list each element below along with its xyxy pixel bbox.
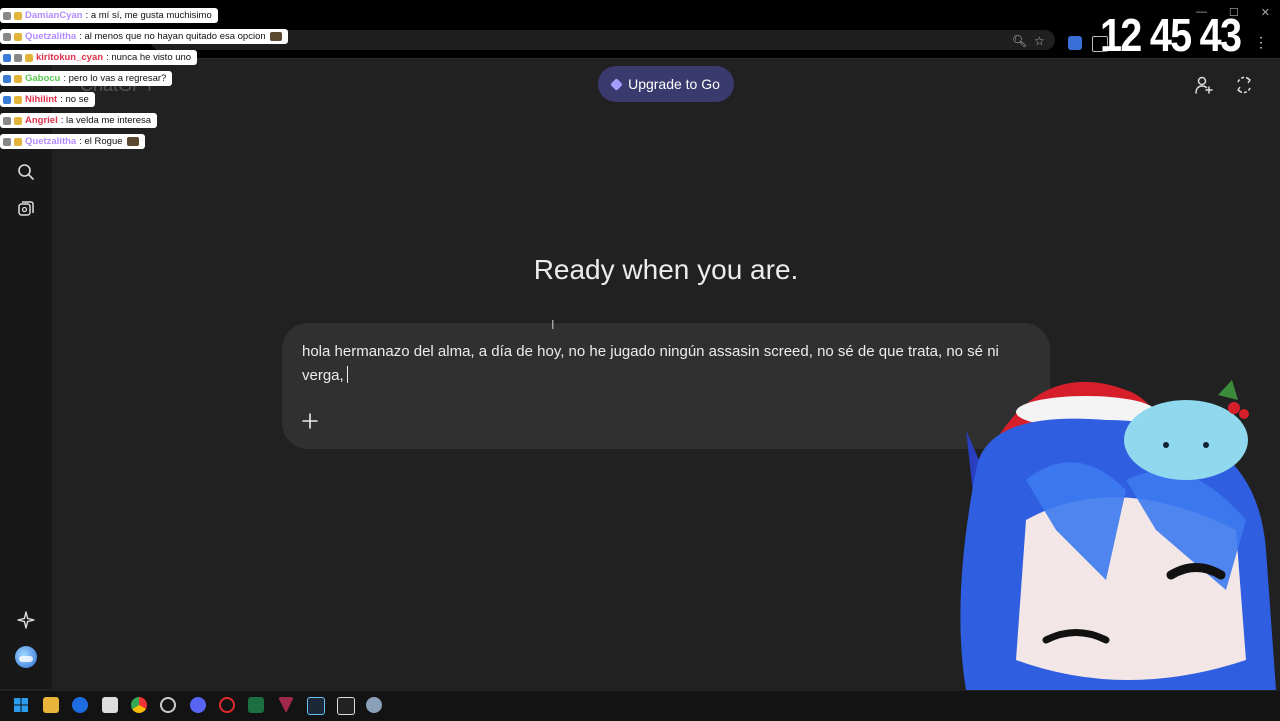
extension-icon[interactable] — [1068, 36, 1082, 50]
app-icon[interactable] — [160, 697, 176, 713]
epic-games-icon[interactable] — [337, 697, 355, 715]
clock-seconds: 43 — [1199, 9, 1242, 61]
holly-berry — [1239, 409, 1249, 419]
chat-message: Angriel : la velda me interesa — [0, 113, 158, 128]
chat-username: Quetzalitha — [25, 136, 77, 147]
file-explorer-icon[interactable] — [43, 697, 59, 713]
chest-emote-icon — [269, 32, 282, 41]
chat-message: DamianCyan : a mí sí, me gusta muchisimo — [0, 8, 218, 23]
sidebar — [0, 59, 53, 689]
moderator-badge-icon — [3, 137, 11, 146]
subscriber-badge-icon — [14, 74, 22, 83]
subscriber-badge-icon — [14, 11, 22, 20]
vtuber-avatar — [960, 380, 1276, 690]
vip-badge-icon — [3, 74, 11, 83]
clock-hours: 12 — [1100, 9, 1142, 61]
browser-menu-icon[interactable]: ⋮ — [1254, 34, 1268, 51]
windows-start-icon[interactable] — [13, 697, 29, 713]
clock-minutes: 45 — [1149, 9, 1192, 61]
search-icon[interactable] — [16, 162, 36, 182]
text-cursor-icon: Ⅰ — [551, 318, 555, 332]
chat-message: Gabocu : pero lo vas a regresar? — [0, 71, 173, 86]
chat-username: Angriel — [25, 115, 58, 126]
avatar[interactable] — [15, 646, 37, 668]
subscriber-badge-icon — [14, 32, 22, 41]
prompt-composer[interactable]: hola hermanazo del alma, a día de hoy, n… — [282, 323, 1050, 449]
chrome-icon[interactable] — [131, 697, 147, 713]
moderator-badge-icon — [3, 11, 11, 20]
chat-text: : al menos que no hayan quitado esa opci… — [79, 31, 266, 42]
add-person-icon[interactable] — [1194, 75, 1214, 95]
subscriber-badge-icon — [14, 116, 22, 125]
holly-berry — [1228, 402, 1240, 414]
chat-text: : pero lo vas a regresar? — [63, 73, 167, 84]
app-icon[interactable] — [72, 697, 88, 713]
prompt-input[interactable]: hola hermanazo del alma, a día de hoy, n… — [302, 340, 1032, 388]
chat-username: Gabocu — [25, 73, 61, 84]
diamond-icon — [610, 77, 623, 91]
vip-badge-icon — [3, 53, 11, 62]
add-attachment-icon[interactable] — [300, 411, 320, 431]
chat-username: DamianCyan — [25, 10, 83, 21]
moderator-badge-icon — [14, 53, 22, 62]
subscriber-badge-icon — [25, 53, 33, 62]
excel-icon[interactable] — [248, 697, 264, 713]
chat-message: Nihilint : no se — [0, 92, 95, 107]
zoom-icon[interactable]: 🔍︎ — [1012, 34, 1027, 48]
close-icon[interactable]: ✕ — [1261, 6, 1270, 19]
stream-clock: 12 45 43 — [1100, 8, 1242, 62]
upgrade-label: Upgrade to Go — [628, 76, 720, 92]
temporary-chat-icon[interactable] — [1234, 75, 1254, 95]
upgrade-button[interactable]: Upgrade to Go — [598, 66, 734, 102]
settings-icon[interactable] — [366, 697, 382, 713]
text-caret — [346, 366, 348, 383]
chat-message: Quetzalitha : el Rogue — [0, 134, 145, 149]
bookmark-star-icon[interactable]: ☆ — [1034, 34, 1045, 48]
chat-username: kiritokun_cyan — [36, 52, 104, 63]
chat-username: Quetzalitha — [25, 31, 77, 42]
chat-username: Nihilint — [25, 94, 58, 105]
chat-text: : no se — [60, 94, 89, 105]
steam-icon[interactable] — [307, 697, 325, 715]
chat-text: : el Rogue — [79, 136, 123, 147]
holly-leaf — [1218, 380, 1238, 400]
vip-badge-icon — [3, 95, 11, 104]
subscriber-badge-icon — [14, 137, 22, 146]
moderator-badge-icon — [3, 32, 11, 41]
discord-icon[interactable] — [190, 697, 206, 713]
opera-icon[interactable] — [219, 697, 235, 713]
chat-text: : a mí sí, me gusta muchisimo — [85, 10, 212, 21]
slime-eye — [1203, 442, 1209, 448]
slime-pet — [1124, 400, 1248, 480]
chat-message: Quetzalitha : al menos que no hayan quit… — [0, 29, 288, 44]
moderator-badge-icon — [3, 116, 11, 125]
slime-eye — [1163, 442, 1169, 448]
library-icon[interactable] — [16, 199, 36, 219]
chat-text: : nunca he visto uno — [106, 52, 192, 63]
app-icon[interactable] — [102, 697, 118, 713]
subscriber-badge-icon — [14, 95, 22, 104]
sparkle-icon[interactable] — [16, 610, 36, 630]
chest-emote-icon — [126, 137, 139, 146]
chat-text: : la velda me interesa — [60, 115, 152, 126]
page-title: Ready when you are. — [533, 254, 799, 285]
chat-message: kiritokun_cyan : nunca he visto uno — [0, 50, 198, 65]
prompt-text: hola hermanazo del alma, a día de hoy, n… — [302, 343, 999, 384]
